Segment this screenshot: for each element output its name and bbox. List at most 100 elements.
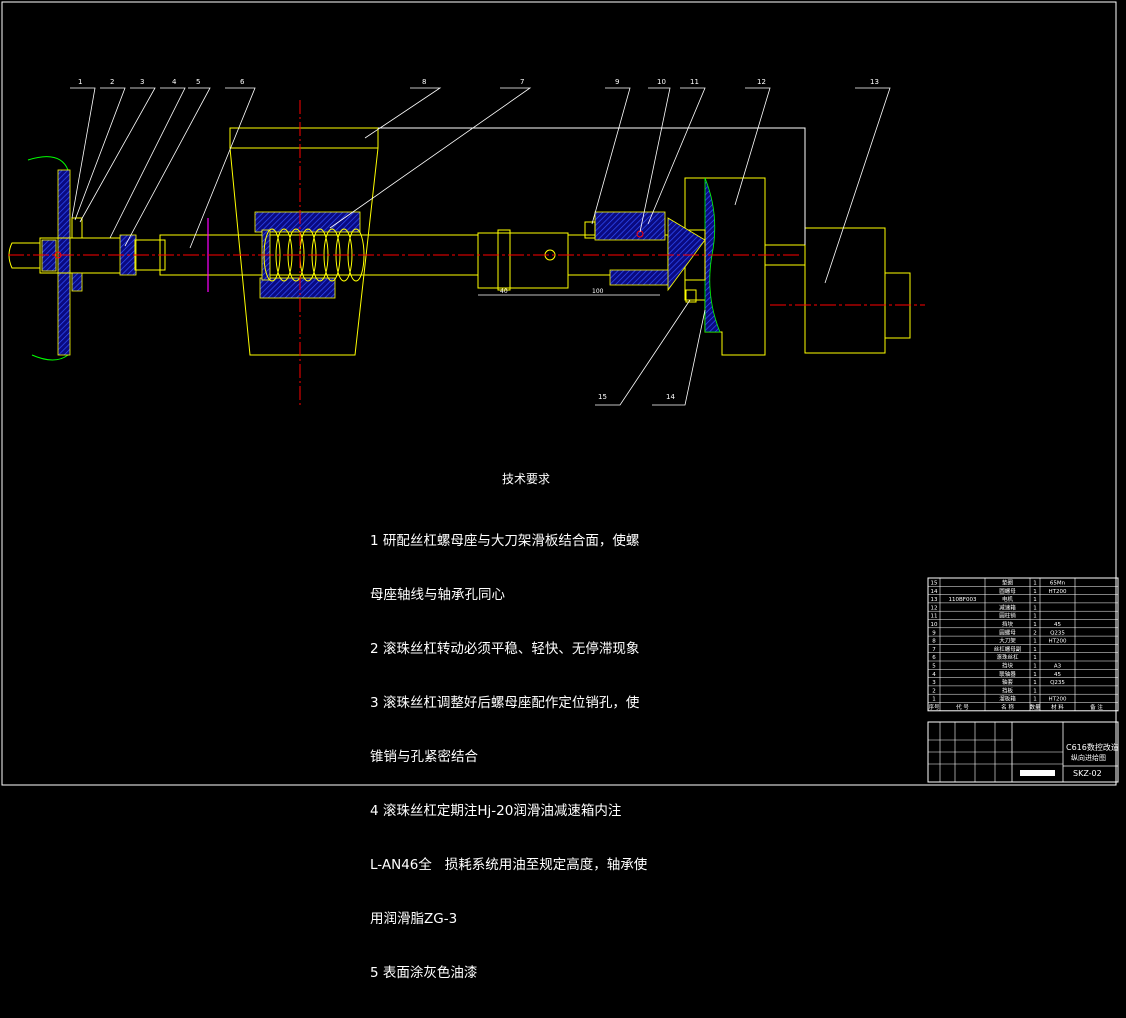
callout-14: 14 xyxy=(666,393,675,401)
parts-cell-name: 圆螺母 xyxy=(999,587,1016,595)
callout-4: 4 xyxy=(172,78,177,86)
parts-row: 5 挡块 1 A3 xyxy=(932,662,1061,670)
parts-cell-qty: 1 xyxy=(1033,655,1037,661)
parts-cell-name: 丝杠螺母副 xyxy=(994,645,1022,653)
parts-cell-name: 联轴器 xyxy=(999,670,1016,678)
parts-row: 12 减速箱 1 xyxy=(931,603,1037,611)
parts-cell-no: 2 xyxy=(932,688,936,694)
note-line: 锥销与孔紧密结合 xyxy=(370,749,478,765)
parts-cell-material: HT200 xyxy=(1049,589,1067,595)
parts-cell-qty: 1 xyxy=(1033,664,1037,670)
callout-11: 11 xyxy=(690,78,699,86)
parts-cell-material: Q235 xyxy=(1050,680,1065,686)
parts-cell-qty: 1 xyxy=(1033,614,1037,620)
callout-6: 6 xyxy=(240,78,245,86)
parts-cell-name: 滚珠丝杠 xyxy=(996,653,1019,661)
note-line: 3 滚珠丝杠调整好后螺母座配作定位销孔，使 xyxy=(370,695,640,711)
parts-header-remark: 备 注 xyxy=(1090,703,1103,711)
parts-cell-no: 5 xyxy=(932,664,936,670)
parts-header-code: 代 号 xyxy=(956,703,969,711)
parts-cell-no: 11 xyxy=(931,614,938,620)
note-line: 5 表面涂灰色油漆 xyxy=(370,965,478,981)
parts-cell-material: 45 xyxy=(1054,622,1061,628)
parts-cell-qty: 1 xyxy=(1033,622,1037,628)
parts-cell-no: 10 xyxy=(931,622,938,628)
parts-cell-name: 轴套 xyxy=(1002,678,1014,686)
parts-cell-no: 8 xyxy=(932,639,936,645)
callout-7: 7 xyxy=(520,78,524,86)
parts-list: 15 垫圈 1 65Mn14 圆螺母 1 HT20013 110BF003 电机 112 减速箱 11… xyxy=(927,577,1119,712)
parts-row: 15 垫圈 1 65Mn xyxy=(931,579,1066,587)
parts-cell-no: 6 xyxy=(932,655,936,661)
parts-cell-qty: 1 xyxy=(1033,581,1037,587)
dim-100: 100 xyxy=(592,288,604,295)
parts-header-name: 名 称 xyxy=(1001,703,1014,711)
parts-row: 1 溜板箱 1 HT200 xyxy=(932,695,1067,703)
parts-cell-no: 14 xyxy=(931,589,938,595)
gearbox-housing xyxy=(667,177,766,356)
assembly-drawing: 40 100 1 2 3 4 5 6 8 7 9 10 11 12 13 15 … xyxy=(8,78,925,406)
parts-row: 9 圆螺母 2 Q235 xyxy=(932,628,1065,636)
parts-cell-qty: 1 xyxy=(1033,680,1037,686)
parts-row: 14 圆螺母 1 HT200 xyxy=(931,587,1067,595)
callout-15: 15 xyxy=(598,393,607,401)
parts-cell-material: A3 xyxy=(1054,664,1062,670)
parts-cell-qty: 1 xyxy=(1033,605,1037,611)
parts-row: 4 联轴器 1 45 xyxy=(932,670,1061,678)
parts-cell-name: 溜板箱 xyxy=(999,695,1016,703)
parts-cell-name: 大刀架 xyxy=(999,637,1016,645)
parts-cell-no: 9 xyxy=(932,630,936,636)
dimensions: 40 100 xyxy=(478,288,660,296)
parts-cell-no: 4 xyxy=(932,672,936,678)
callout-13: 13 xyxy=(870,78,879,86)
carriage-housing xyxy=(229,127,379,356)
callout-2: 2 xyxy=(110,78,114,86)
dim-40: 40 xyxy=(500,288,508,295)
parts-cell-name: 挡板 xyxy=(1002,686,1014,694)
parts-cell-qty: 1 xyxy=(1033,697,1037,703)
parts-cell-no: 3 xyxy=(932,680,936,686)
parts-cell-material: HT200 xyxy=(1049,697,1067,703)
parts-cell-name: 挡块 xyxy=(1002,662,1014,670)
parts-cell-name: 垫圈 xyxy=(1002,579,1014,587)
parts-cell-no: 1 xyxy=(932,697,936,703)
parts-cell-qty: 1 xyxy=(1033,688,1037,694)
parts-cell-material: 45 xyxy=(1054,672,1061,678)
parts-cell-name: 圆螺母 xyxy=(999,628,1016,636)
parts-row: 10 挡块 1 45 xyxy=(931,620,1062,628)
leader-lines xyxy=(70,87,891,406)
callout-9: 9 xyxy=(615,78,619,86)
callout-10: 10 xyxy=(657,78,666,86)
note-line: 2 滚珠丝杠转动必须平稳、轻快、无停滞现象 xyxy=(370,641,640,657)
parts-cell-material: Q235 xyxy=(1050,630,1065,636)
parts-cell-no: 15 xyxy=(931,581,938,587)
parts-row: 11 圆柱销 1 xyxy=(931,612,1037,620)
parts-header-no: 序号 xyxy=(928,703,940,711)
note-line: 用润滑脂ZG-3 xyxy=(370,911,458,927)
parts-header-qty: 数量 xyxy=(1029,703,1041,711)
parts-cell-name: 减速箱 xyxy=(999,603,1016,611)
parts-cell-code: 110BF003 xyxy=(949,597,977,603)
parts-row: 8 大刀架 1 HT200 xyxy=(932,637,1067,645)
parts-row: 3 轴套 1 Q235 xyxy=(932,678,1065,686)
drawing-number: SKZ-02 xyxy=(1073,769,1102,778)
parts-row: 6 滚珠丝杠 1 xyxy=(932,653,1037,661)
bearing-section xyxy=(477,211,671,291)
notes-title: 技术要求 xyxy=(502,472,551,486)
parts-cell-material: 65Mn xyxy=(1050,581,1066,587)
title-line2: 纵向进给图 xyxy=(1071,753,1106,762)
callout-5: 5 xyxy=(196,78,200,86)
parts-row: 2 挡板 1 xyxy=(932,686,1037,694)
callout-12: 12 xyxy=(757,78,766,86)
parts-cell-qty: 1 xyxy=(1033,639,1037,645)
parts-cell-name: 电机 xyxy=(1002,595,1014,603)
parts-cell-qty: 1 xyxy=(1033,589,1037,595)
parts-cell-name: 挡块 xyxy=(1002,620,1014,628)
parts-row: 7 丝杠螺母副 1 xyxy=(932,645,1037,653)
parts-cell-qty: 1 xyxy=(1033,672,1037,678)
note-line: L-AN46全 损耗系统用油至规定高度，轴承使 xyxy=(370,857,648,873)
parts-cell-qty: 1 xyxy=(1033,647,1037,653)
title-block: C616数控改造 纵向进给图 SKZ-02 xyxy=(927,721,1119,783)
note-line: 4 滚珠丝杠定期注Hj-20润滑油减速箱内注 xyxy=(370,803,622,819)
note-line: 母座轴线与轴承孔同心 xyxy=(370,587,505,603)
